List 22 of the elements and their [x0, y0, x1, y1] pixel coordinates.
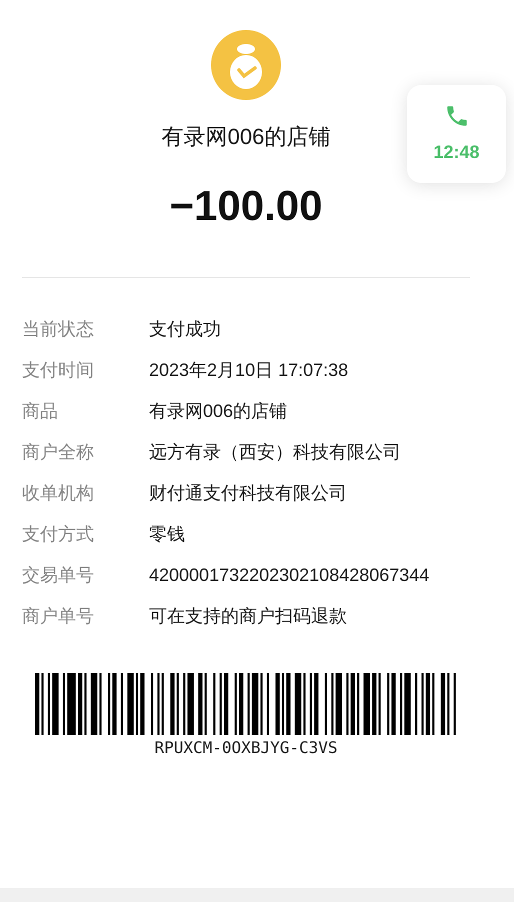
- detail-value: 有录网006的店铺: [149, 400, 288, 423]
- detail-value: 支付成功: [149, 318, 222, 341]
- detail-value: 2023年2月10日 17:07:38: [149, 359, 350, 382]
- amount: −100.00: [170, 181, 322, 231]
- money-bag-icon: [211, 30, 281, 100]
- detail-label: 交易单号: [22, 564, 95, 587]
- call-widget[interactable]: 12:48: [407, 85, 506, 183]
- detail-label: 收单机构: [22, 482, 95, 505]
- detail-label: 商户单号: [22, 605, 95, 628]
- detail-value: 零钱: [149, 523, 186, 546]
- detail-label: 支付时间: [22, 359, 95, 382]
- barcode-number: RPUXCM-0OXBJYG-C3VS: [154, 738, 338, 758]
- call-time: 12:48: [433, 141, 480, 163]
- detail-value: 财付通支付科技有限公司: [149, 482, 348, 505]
- detail-label: 商户全称: [22, 441, 95, 464]
- detail-value: 可在支持的商户扫码退款: [149, 605, 348, 628]
- detail-label: 支付方式: [22, 523, 95, 546]
- merchant-name: 有录网006的店铺: [162, 123, 330, 151]
- detail-label: 商品: [22, 400, 59, 423]
- detail-value: 4200001732202302108428067344: [149, 564, 430, 587]
- detail-label: 当前状态: [22, 318, 95, 341]
- detail-value: 远方有录（西安）科技有限公司: [149, 441, 402, 464]
